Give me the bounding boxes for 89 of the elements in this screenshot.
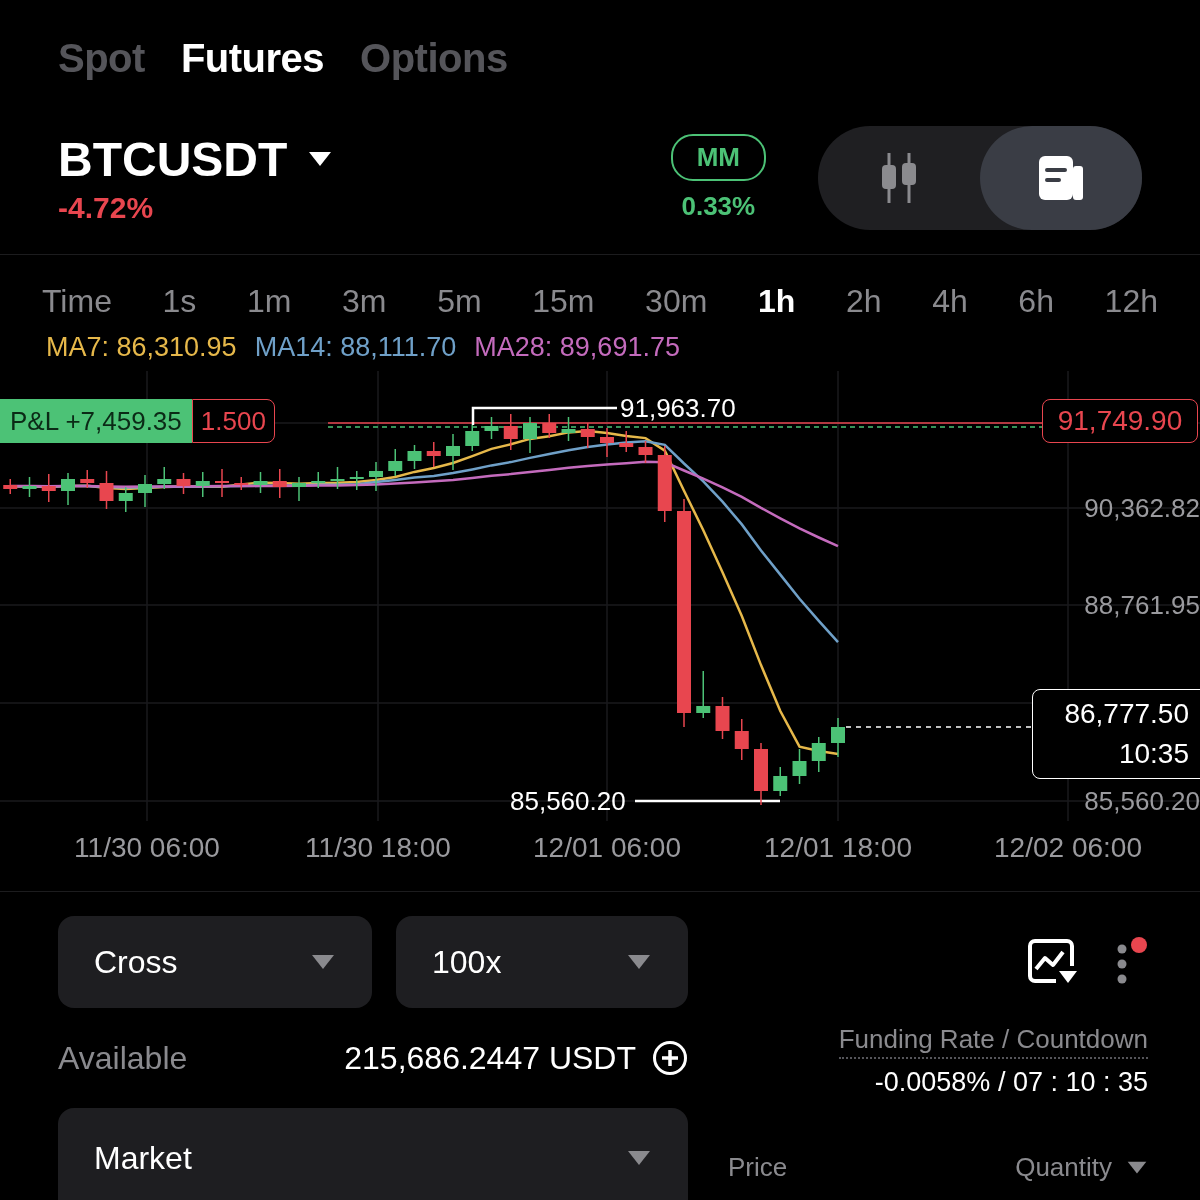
- interval-tab[interactable]: 15m: [532, 283, 595, 320]
- market-tab[interactable]: Futures: [180, 26, 325, 90]
- candle: [311, 471, 326, 489]
- candle: [138, 474, 152, 508]
- document-icon: [1037, 154, 1085, 202]
- mm-badge: MM: [670, 134, 766, 181]
- interval-tab[interactable]: 6h: [1018, 283, 1054, 320]
- candle: [561, 416, 576, 442]
- interval-tab[interactable]: 1h: [757, 283, 796, 320]
- margin-mode-dropdown[interactable]: Cross: [58, 916, 372, 1008]
- candle: [195, 471, 210, 498]
- time-axis-label: 12/02 06:00: [994, 833, 1142, 863]
- candle: [446, 433, 460, 471]
- price-axis-label: 85,560.20: [1084, 786, 1200, 816]
- candle-countdown: 10:35: [1118, 737, 1189, 771]
- high-price-label: 91,963.70: [620, 393, 736, 423]
- candle: [523, 416, 537, 454]
- candle: [272, 468, 287, 499]
- column-header: Price: [728, 1152, 788, 1183]
- price-change: -4.72%: [58, 190, 155, 225]
- candle: [600, 427, 614, 458]
- interval-tab[interactable]: 4h: [932, 283, 968, 320]
- moving-average-label: MA14: 88,111.70: [254, 332, 457, 363]
- candle: [734, 718, 749, 761]
- candle: [292, 476, 306, 502]
- funding-rate-label[interactable]: Funding Rate / Countdown: [838, 1024, 1148, 1059]
- interval-tab[interactable]: 12h: [1104, 283, 1158, 320]
- interval-tab[interactable]: 5m: [437, 283, 482, 320]
- candle: [773, 766, 788, 797]
- candle: [715, 696, 730, 740]
- order-type-dropdown[interactable]: Market: [58, 1108, 688, 1200]
- candle: [61, 472, 75, 506]
- position-size-tag: 1.500: [191, 399, 275, 443]
- interval-tab[interactable]: 30m: [645, 283, 708, 320]
- caret-icon: [1126, 1159, 1148, 1176]
- candle: [215, 468, 229, 498]
- candle: [99, 470, 114, 510]
- candle: [253, 471, 268, 494]
- interval-tab[interactable]: 3m: [342, 283, 387, 320]
- candle: [388, 448, 403, 477]
- low-price-label: 85,560.20: [510, 786, 626, 816]
- moving-average-label: MA7: 86,310.95: [46, 332, 237, 363]
- time-axis-label: 12/01 06:00: [533, 833, 681, 863]
- time-axis-label: 12/01 18:00: [764, 833, 912, 863]
- price-axis-label: 90,362.82: [1084, 493, 1200, 523]
- candle: [234, 476, 249, 491]
- candle: [22, 476, 37, 498]
- funding-rate-value: -0.0058% / 07 : 10 : 35: [874, 1067, 1148, 1098]
- symbol-name[interactable]: BTCUSDT: [58, 131, 288, 187]
- candle: [580, 422, 595, 449]
- candle: [465, 424, 480, 452]
- candle: [349, 470, 364, 491]
- column-header[interactable]: Quantity: [1015, 1152, 1112, 1183]
- candle: [176, 472, 191, 495]
- available-balance: 215,686.2447 USDT: [344, 1039, 636, 1077]
- price-axis-label: 88,761.95: [1084, 590, 1200, 620]
- last-price: 86,777.50: [1064, 697, 1189, 731]
- candle: [811, 736, 826, 773]
- candle: [3, 478, 18, 495]
- candle: [831, 717, 845, 758]
- candle: [754, 742, 768, 806]
- candle: [41, 473, 56, 503]
- time-axis-label: 11/30 18:00: [305, 833, 451, 863]
- add-icon[interactable]: [652, 1040, 688, 1076]
- pnl-tag[interactable]: P&L +7,459.35: [0, 399, 192, 443]
- time-axis-label: 11/30 06:00: [74, 833, 220, 863]
- candle: [638, 440, 653, 464]
- mm-value: 0.33%: [681, 191, 756, 222]
- candle: [503, 413, 518, 451]
- candle: [696, 670, 711, 719]
- candle: [407, 444, 422, 470]
- entry-price-tag: 91,749.90: [1042, 399, 1198, 443]
- available-label: Available: [58, 1039, 188, 1077]
- candle: [118, 486, 133, 513]
- moving-average-label: MA28: 89,691.75: [474, 332, 680, 363]
- interval-tab[interactable]: 1m: [246, 283, 292, 320]
- interval-tab[interactable]: 2h: [845, 283, 882, 320]
- candle: [619, 430, 634, 453]
- interval-tab[interactable]: Time: [42, 283, 112, 320]
- interval-tab[interactable]: 1s: [162, 283, 197, 320]
- candle: [80, 469, 95, 489]
- candle: [426, 441, 441, 468]
- candle: [484, 416, 499, 440]
- candle: [330, 466, 345, 490]
- leverage-dropdown[interactable]: 100x: [396, 916, 688, 1008]
- candle: [542, 413, 557, 439]
- candle: [157, 466, 172, 490]
- candle: [792, 748, 807, 785]
- candle: [369, 461, 383, 492]
